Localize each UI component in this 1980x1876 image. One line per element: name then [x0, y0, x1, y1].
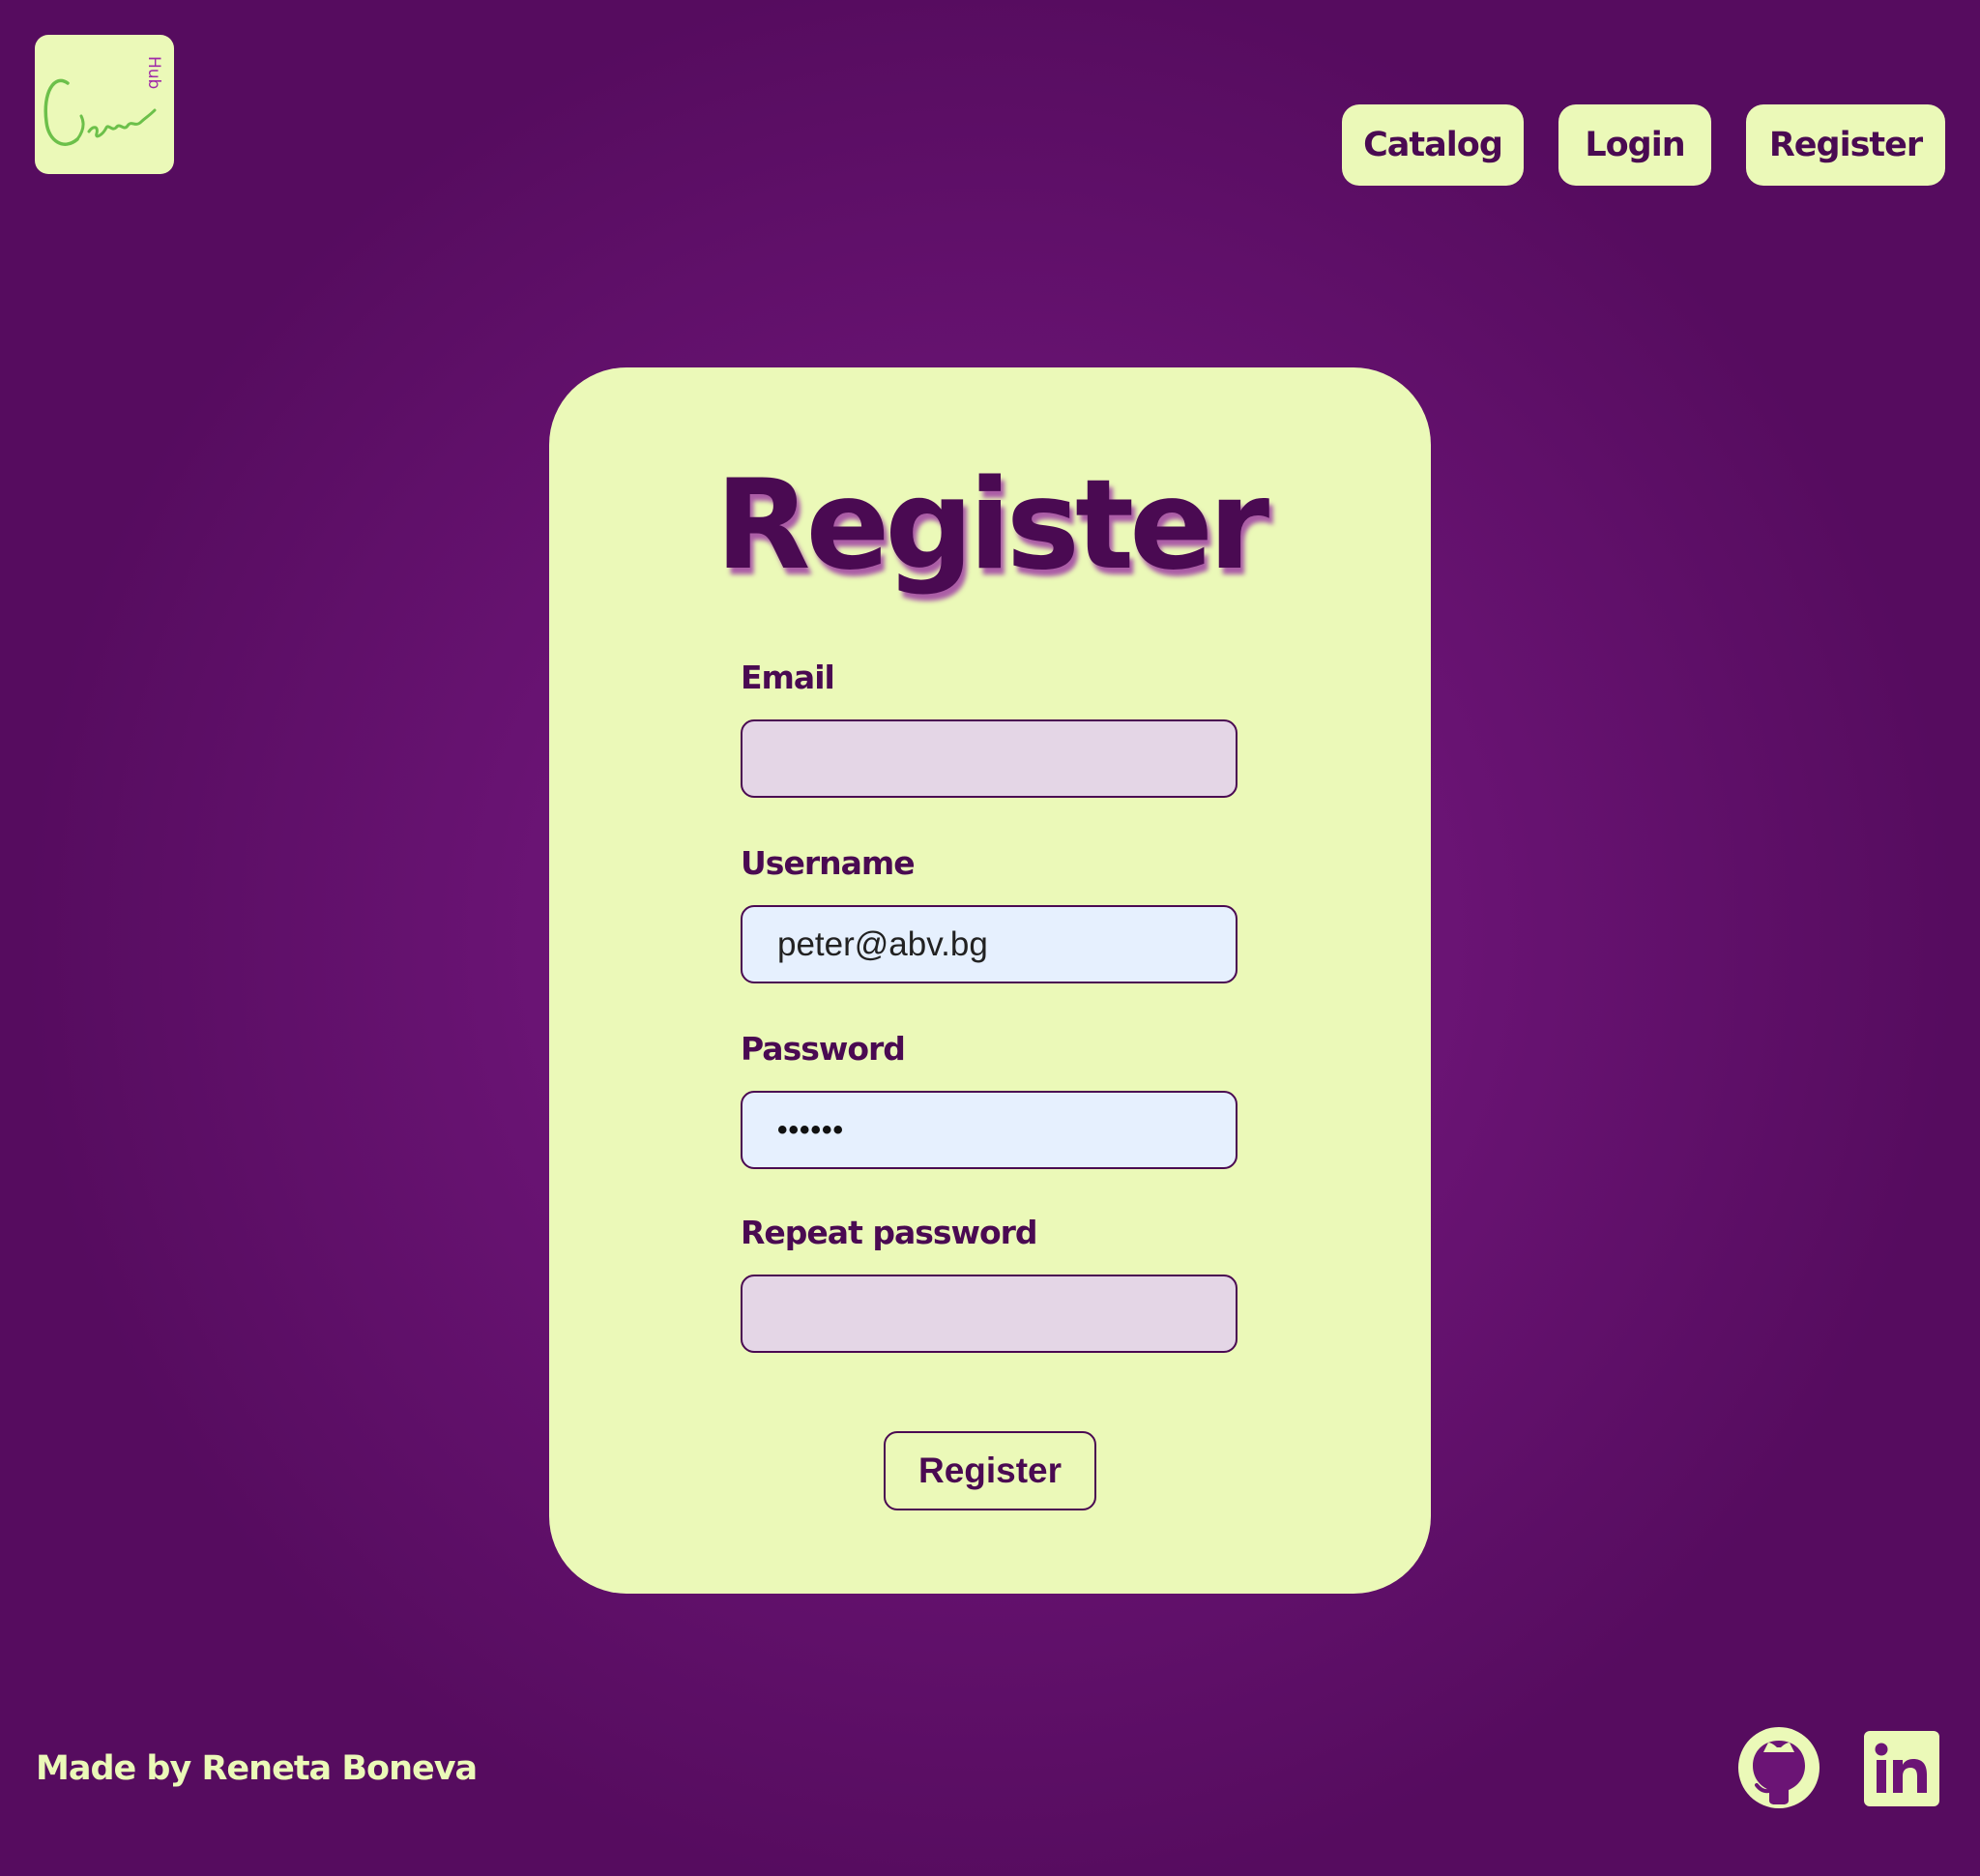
register-card: Register Email Username peter@abv.bg Pas…: [549, 367, 1431, 1594]
repeat-password-field[interactable]: [741, 1275, 1238, 1353]
nav-catalog[interactable]: Catalog: [1342, 104, 1524, 186]
footer-credit: Made by Reneta Boneva: [36, 1749, 478, 1788]
email-label: Email: [741, 659, 835, 696]
linkedin-link[interactable]: [1864, 1731, 1939, 1806]
register-submit-button[interactable]: Register: [884, 1431, 1096, 1510]
linkedin-icon: [1864, 1731, 1939, 1806]
page-title: Register: [714, 454, 1269, 598]
github-link[interactable]: [1738, 1727, 1820, 1808]
logo[interactable]: Hub: [35, 35, 174, 174]
game-hub-logo-icon: Hub: [44, 56, 163, 146]
password-label: Password: [741, 1030, 906, 1068]
repeat-password-label: Repeat password: [741, 1214, 1038, 1251]
password-field[interactable]: ••••••: [741, 1091, 1238, 1169]
svg-text:Hub: Hub: [144, 56, 163, 89]
nav-register[interactable]: Register: [1746, 104, 1945, 186]
nav-login[interactable]: Login: [1558, 104, 1711, 186]
username-label: Username: [741, 844, 916, 882]
email-field[interactable]: [741, 719, 1238, 798]
username-field[interactable]: peter@abv.bg: [741, 905, 1238, 983]
github-icon: [1738, 1727, 1820, 1808]
